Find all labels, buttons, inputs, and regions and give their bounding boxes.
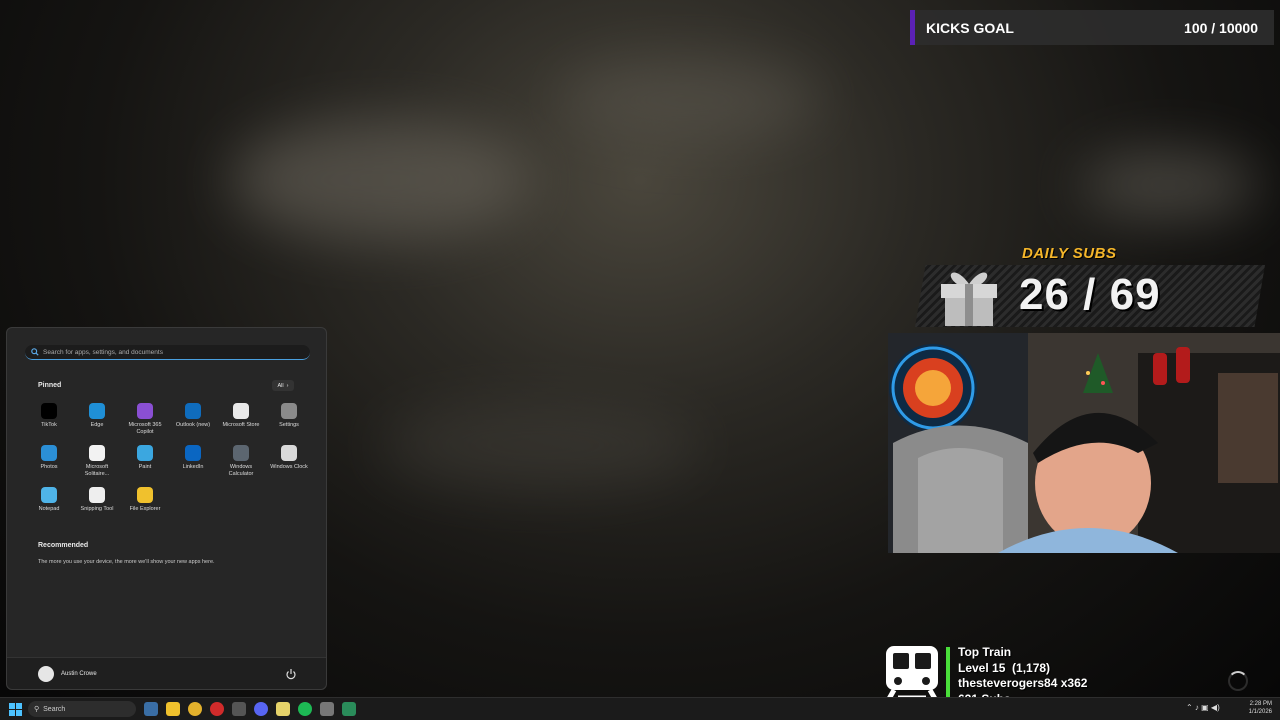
- avatar[interactable]: [38, 666, 54, 682]
- pinned-app-label: Paint: [138, 464, 152, 470]
- search-icon: [31, 348, 39, 356]
- kicks-goal-label: KICKS GOAL: [926, 19, 1014, 36]
- top-train-title: Top Train: [958, 645, 1012, 659]
- search-icon: ⚲: [34, 706, 40, 713]
- edge-icon: [89, 403, 105, 419]
- all-apps-label: All: [277, 382, 284, 389]
- kicks-goal-bar: KICKS GOAL 100 / 10000: [910, 10, 1274, 45]
- pinned-app-label: Edge: [90, 422, 104, 428]
- kicks-goal-value: 100 / 10000: [1184, 19, 1258, 36]
- recommended-text: The more you use your device, the more w…: [38, 559, 215, 565]
- spotify-icon[interactable]: [298, 702, 312, 716]
- pinned-app-label: Microsoft Solitaire...: [84, 464, 110, 477]
- taskbar: ⚲ Search ⌃ ♪ ▣ ◀) 2:28 PM 1/1/2026: [0, 697, 1280, 720]
- pinned-app-label: Microsoft Store: [222, 422, 260, 428]
- background-blur: [230, 120, 530, 240]
- notes-icon[interactable]: [276, 702, 290, 716]
- game-icon[interactable]: [320, 702, 334, 716]
- opera-icon[interactable]: [210, 702, 224, 716]
- pinned-app-label: Outlook (new): [175, 422, 211, 428]
- pinned-app-label: Windows Clock: [270, 464, 308, 470]
- tiktok-icon: [41, 403, 57, 419]
- background-blur: [380, 400, 700, 490]
- tray-icons[interactable]: ⌃ ♪ ▣ ◀): [1186, 704, 1220, 712]
- pinned-app[interactable]: Microsoft Solitaire...: [73, 445, 121, 485]
- webcam-image: [888, 333, 1280, 553]
- pinned-app-label: Settings: [279, 422, 299, 428]
- linkedin-icon: [185, 445, 201, 461]
- pinned-heading: Pinned: [38, 382, 62, 389]
- pinned-app[interactable]: Microsoft Store: [217, 403, 265, 443]
- daily-subs-count: 26 / 69: [1019, 270, 1161, 319]
- start-search-placeholder: Search for apps, settings, and documents: [43, 348, 163, 356]
- pinned-app-label: TikTok: [41, 422, 57, 428]
- pinned-app[interactable]: TikTok: [25, 403, 73, 443]
- chrome-icon[interactable]: [188, 702, 202, 716]
- pinned-app[interactable]: Snipping Tool: [73, 487, 121, 527]
- discord-icon[interactable]: [254, 702, 268, 716]
- pinned-app-label: Notepad: [38, 506, 60, 512]
- pinned-app[interactable]: Windows Calculator: [217, 445, 265, 485]
- clock[interactable]: 2:28 PM 1/1/2026: [1236, 700, 1272, 716]
- pinned-app[interactable]: Photos: [25, 445, 73, 485]
- top-train-user: thesteverogers84 x362: [958, 676, 1088, 690]
- daily-subs-label: DAILY SUBS: [1022, 245, 1117, 262]
- store-icon: [233, 403, 249, 419]
- clock-icon: [281, 445, 297, 461]
- snipping-icon: [89, 487, 105, 503]
- pinned-app[interactable]: Outlook (new): [169, 403, 217, 443]
- app-icon[interactable]: [342, 702, 356, 716]
- folder-icon: [137, 487, 153, 503]
- pinned-app-label: File Explorer: [129, 506, 161, 512]
- background-blur: [560, 60, 820, 140]
- pinned-app-label: Windows Calculator: [228, 464, 254, 477]
- clock-time: 2:28 PM: [1249, 701, 1272, 707]
- outlook-icon: [185, 403, 201, 419]
- chevron-right-icon: ›: [286, 382, 289, 389]
- pinned-app[interactable]: Windows Clock: [265, 445, 313, 485]
- top-train-level: Level 15 (1,178): [958, 660, 1051, 675]
- gift-icon: [941, 272, 997, 326]
- pinned-app[interactable]: File Explorer: [121, 487, 169, 527]
- windows-start-icon[interactable]: [9, 703, 22, 716]
- folder-icon[interactable]: [166, 702, 180, 716]
- start-search-input[interactable]: Search for apps, settings, and documents: [25, 345, 310, 360]
- calculator-icon: [233, 445, 249, 461]
- pinned-app[interactable]: Paint: [121, 445, 169, 485]
- m365-icon: [137, 403, 153, 419]
- webcam-feed: [888, 333, 1280, 553]
- clock-date: 1/1/2026: [1248, 709, 1272, 715]
- loading-spinner-icon: [1228, 671, 1248, 691]
- solitaire-icon: [89, 445, 105, 461]
- photos-icon: [41, 445, 57, 461]
- pinned-app-label: LinkedIn: [182, 464, 204, 470]
- start-footer: Austin Crowe: [7, 657, 326, 689]
- pinned-app[interactable]: Edge: [73, 403, 121, 443]
- pinned-app[interactable]: LinkedIn: [169, 445, 217, 485]
- start-menu: Search for apps, settings, and documents…: [6, 327, 327, 690]
- pinned-app[interactable]: Microsoft 365 Copilot: [121, 403, 169, 443]
- pinned-app[interactable]: Notepad: [25, 487, 73, 527]
- power-icon[interactable]: [285, 668, 297, 680]
- task-view-icon[interactable]: [144, 702, 158, 716]
- pinned-app-label: Microsoft 365 Copilot: [128, 422, 162, 435]
- pinned-app-label: Photos: [40, 464, 58, 470]
- taskbar-search-label: Search: [43, 705, 66, 713]
- paint-icon: [137, 445, 153, 461]
- recommended-heading: Recommended: [38, 542, 89, 549]
- taskbar-search[interactable]: ⚲ Search: [28, 701, 136, 717]
- background-blur: [1080, 150, 1260, 220]
- terminal-icon[interactable]: [232, 702, 246, 716]
- all-apps-button[interactable]: All ›: [272, 380, 294, 391]
- pinned-app[interactable]: Settings: [265, 403, 313, 443]
- pinned-app-label: Snipping Tool: [80, 506, 114, 512]
- gear-icon: [281, 403, 297, 419]
- user-name[interactable]: Austin Crowe: [61, 671, 97, 677]
- notepad-icon: [41, 487, 57, 503]
